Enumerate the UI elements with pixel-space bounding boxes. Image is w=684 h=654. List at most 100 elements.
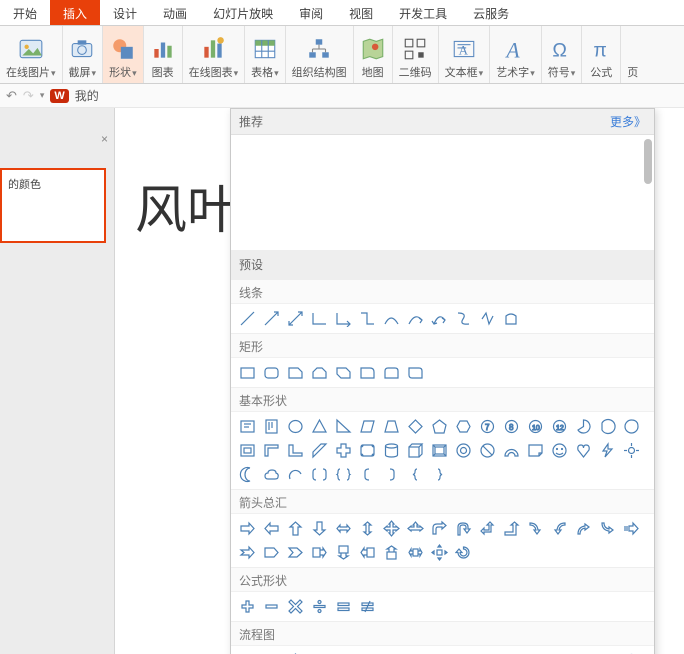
- shape-scribble[interactable]: [477, 308, 498, 329]
- arrow-callout-down[interactable]: [333, 542, 354, 563]
- org-chart-button[interactable]: 组织结构图: [286, 26, 354, 83]
- shapes-button[interactable]: 形状: [103, 26, 144, 83]
- flow-process[interactable]: [237, 650, 258, 654]
- shape-curve[interactable]: [381, 308, 402, 329]
- flow-data[interactable]: [309, 650, 330, 654]
- my-label[interactable]: 我的: [75, 87, 99, 104]
- arrow-up[interactable]: [285, 518, 306, 539]
- arrow-curved-left[interactable]: [549, 518, 570, 539]
- scrollbar[interactable]: [644, 139, 652, 246]
- shape-round2-same[interactable]: [381, 362, 402, 383]
- shape-freeform-closed[interactable]: [501, 308, 522, 329]
- shape-lightning[interactable]: [597, 440, 618, 461]
- shape-block-arc[interactable]: [501, 440, 522, 461]
- slide-canvas[interactable]: 风叶的 推荐 更多》 预设 线条: [115, 108, 684, 654]
- arrow-bent-up[interactable]: [501, 518, 522, 539]
- flow-predef[interactable]: [333, 650, 354, 654]
- arrow-pentagon[interactable]: [261, 542, 282, 563]
- flow-punched-tape[interactable]: [597, 650, 618, 654]
- formula-button[interactable]: π 公式: [582, 26, 621, 83]
- shape-line[interactable]: [237, 308, 258, 329]
- shape-double-brace[interactable]: [333, 464, 354, 485]
- arrow-circular[interactable]: [453, 542, 474, 563]
- shape-octagon[interactable]: 8: [501, 416, 522, 437]
- flow-document[interactable]: [381, 650, 402, 654]
- shape-triangle[interactable]: [309, 416, 330, 437]
- shape-parallelogram[interactable]: [357, 416, 378, 437]
- shape-frame[interactable]: [237, 440, 258, 461]
- tab-animation[interactable]: 动画: [150, 0, 200, 25]
- online-chart-button[interactable]: 在线图表: [183, 26, 246, 83]
- qrcode-button[interactable]: 二维码: [393, 26, 439, 83]
- shape-heptagon[interactable]: 7: [477, 416, 498, 437]
- close-icon[interactable]: ×: [101, 132, 108, 146]
- flow-prep[interactable]: [453, 650, 474, 654]
- shape-diamond[interactable]: [405, 416, 426, 437]
- shape-rect[interactable]: [237, 362, 258, 383]
- tab-review[interactable]: 审阅: [286, 0, 336, 25]
- math-plus[interactable]: [237, 596, 258, 617]
- shape-chord[interactable]: [597, 416, 618, 437]
- flow-decision[interactable]: [285, 650, 306, 654]
- shape-right-bracket[interactable]: [381, 464, 402, 485]
- shape-snip1[interactable]: [285, 362, 306, 383]
- chart-button[interactable]: 图表: [144, 26, 183, 83]
- math-equal[interactable]: [333, 596, 354, 617]
- arrow-callout-up[interactable]: [381, 542, 402, 563]
- tab-insert[interactable]: 插入: [50, 0, 100, 25]
- undo-icon[interactable]: ↶: [6, 88, 17, 104]
- shape-oval[interactable]: [285, 416, 306, 437]
- shape-bevel[interactable]: [429, 440, 450, 461]
- shape-folded-corner[interactable]: [525, 440, 546, 461]
- shape-moon[interactable]: [237, 464, 258, 485]
- shape-freeform-s[interactable]: [453, 308, 474, 329]
- shape-round2-diag[interactable]: [405, 362, 426, 383]
- arrow-callout-left[interactable]: [357, 542, 378, 563]
- screenshot-button[interactable]: 截屏: [63, 26, 104, 83]
- shape-curve-arrow[interactable]: [405, 308, 426, 329]
- flow-manual-op[interactable]: [501, 650, 522, 654]
- arrow-callout-right[interactable]: [309, 542, 330, 563]
- math-divide[interactable]: [309, 596, 330, 617]
- shape-right-triangle[interactable]: [333, 416, 354, 437]
- arrow-curved-right[interactable]: [525, 518, 546, 539]
- math-not-equal[interactable]: [357, 596, 378, 617]
- shape-sun[interactable]: [621, 440, 642, 461]
- shape-double-bracket[interactable]: [309, 464, 330, 485]
- slide-thumbnail[interactable]: 的颜色: [0, 168, 106, 243]
- shape-cross[interactable]: [333, 440, 354, 461]
- shape-left-brace[interactable]: [405, 464, 426, 485]
- symbol-button[interactable]: Ω 符号: [542, 26, 583, 83]
- flow-card[interactable]: [573, 650, 594, 654]
- arrow-callout-lr[interactable]: [405, 542, 426, 563]
- flow-connector[interactable]: [525, 650, 546, 654]
- shape-dodecagon[interactable]: 12: [549, 416, 570, 437]
- shape-elbow-double[interactable]: [357, 308, 378, 329]
- shape-half-frame[interactable]: [261, 440, 282, 461]
- tab-cloud[interactable]: 云服务: [460, 0, 522, 25]
- shape-snip-diag[interactable]: [333, 362, 354, 383]
- shape-elbow[interactable]: [309, 308, 330, 329]
- shape-teardrop[interactable]: [621, 416, 642, 437]
- map-button[interactable]: 地图: [354, 26, 393, 83]
- shape-no-symbol[interactable]: [477, 440, 498, 461]
- arrow-tri[interactable]: [405, 518, 426, 539]
- arrow-updown[interactable]: [357, 518, 378, 539]
- textbox-button[interactable]: A 文本框: [439, 26, 491, 83]
- shape-decagon[interactable]: 10: [525, 416, 546, 437]
- shape-line-double-arrow[interactable]: [285, 308, 306, 329]
- tab-devtools[interactable]: 开发工具: [386, 0, 460, 25]
- arrow-curved-down[interactable]: [597, 518, 618, 539]
- shape-left-bracket[interactable]: [357, 464, 378, 485]
- arrow-quad[interactable]: [381, 518, 402, 539]
- popup-more-link[interactable]: 更多》: [610, 113, 646, 130]
- flow-terminator[interactable]: [429, 650, 450, 654]
- flow-summing[interactable]: [621, 650, 642, 654]
- shape-smiley[interactable]: [549, 440, 570, 461]
- flow-internal[interactable]: [357, 650, 378, 654]
- shape-cloud[interactable]: [261, 464, 282, 485]
- math-multiply[interactable]: [285, 596, 306, 617]
- shape-textbox[interactable]: [237, 416, 258, 437]
- shape-pentagon[interactable]: [429, 416, 450, 437]
- shape-donut[interactable]: [453, 440, 474, 461]
